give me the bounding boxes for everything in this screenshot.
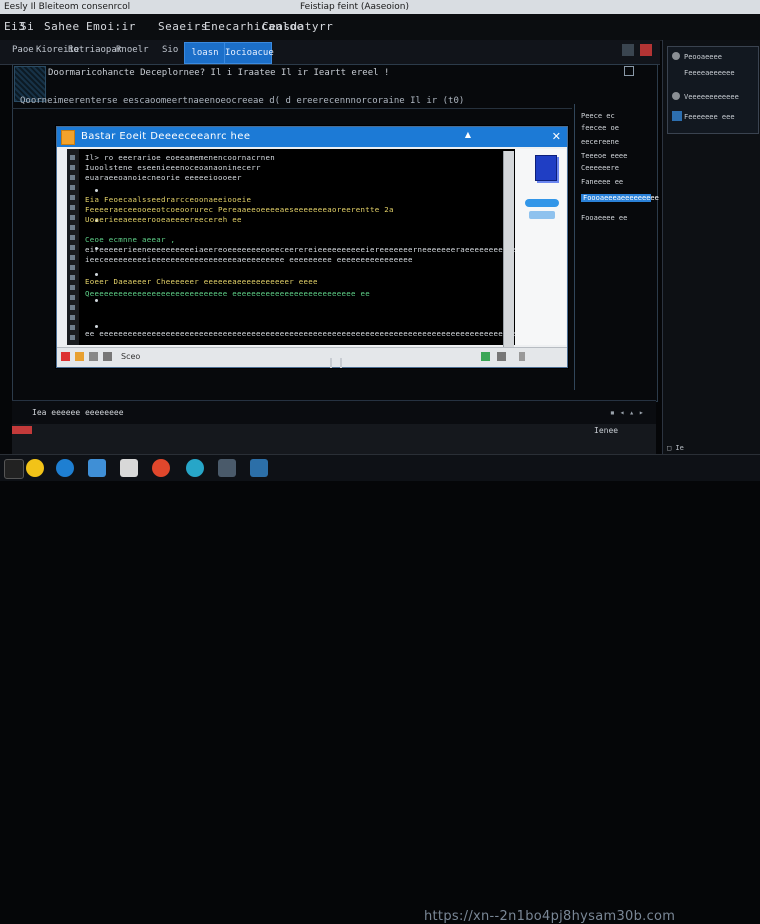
side-item[interactable]: Veeeeeeeeeeee [684,93,739,101]
mail-icon[interactable] [88,459,106,477]
expand-icon[interactable] [624,66,634,76]
warning-icon[interactable] [75,352,84,361]
refresh-icon[interactable] [497,352,506,361]
tab-item[interactable]: Paoe [12,45,34,55]
user-icon [672,92,680,100]
terminal-line: Il> ro eeerarioe eoeeamemenencoornacrnen [85,153,275,162]
info-line: Ceeeeeere [581,164,619,172]
app-icon[interactable] [250,459,268,477]
terminal-line: ieeceeeeeeeeeieeeeeeeeeeeeeeeeeeaeeeeeee… [85,255,413,264]
status-bar: Iea eeeeee eeeeeeee ▪ ◂ ▴ ▸ [12,400,656,425]
menu-item[interactable]: Si [20,20,34,33]
search-icon[interactable] [4,459,24,479]
window-titlebar: Eesly Il Bleiteom consenrcol Feistiap fe… [0,0,760,14]
toolbar-tabs: Paoe Kioreiie Rotriaopar Rnoelr Sio loas… [0,40,660,65]
menu-item[interactable]: Seaeirs [158,20,208,33]
pause-icon[interactable] [103,352,112,361]
info-line: feecee oe [581,124,619,132]
stop-icon[interactable] [61,352,70,361]
info-line: Fooaeeee ee [581,214,628,222]
edge-icon[interactable] [26,459,44,477]
terminal-line: ee eeeeeeeeeeeeeeeeeeeeeeeeeeeeeeeeeeeee… [85,329,527,338]
line-gutter [67,149,79,345]
secondary-action-button[interactable] [529,211,555,219]
store-icon[interactable] [152,459,170,477]
calendar-icon[interactable] [218,459,236,477]
side-panel-card: Peooaeeee Feeeeaeeeeee Veeeeeeeeeeee Fee… [667,46,759,134]
terminal-line: Eoeer Daeaeeer Cheeeeeer eeeeeeaeeeeeeee… [85,277,318,286]
status-right: Ienee [594,426,619,435]
terminal-line: Ceoe ecmnne aeear , [85,235,176,244]
info-line: eecereene [581,138,619,146]
menu-item[interactable]: Ceasdatyrr [262,20,333,33]
info-line: Peece ec [581,112,615,120]
info-panel: Peece ec feecee oe eecereene Teeeoe eeee… [574,104,659,390]
terminal-line: euaraeeoanoiecneorie eeeeeioooeer [85,173,242,182]
tab-active-a[interactable]: loasn [184,42,226,64]
scrollbar[interactable] [503,151,514,347]
chrome-icon[interactable] [120,459,138,477]
book-icon [535,155,557,181]
terminal-line: Qeeeeeeeeeeeeeeeeeeeeeeeeeeeee eeeeeeeee… [85,289,370,298]
terminal-line: eireeeeerieeneeeeeeeeeeiaeereoeeeeeeeeoe… [85,245,527,254]
divider [12,108,572,109]
tab-active-b[interactable]: Iocioacue [224,42,274,64]
watermark-url: https://xn--2n1bo4pj8hysam30b.com [424,909,676,924]
side-panel: Peooaeeee Feeeeaeeeeee Veeeeeeeeeeee Fee… [662,40,760,460]
menu-item[interactable]: Emoi:ir [86,20,136,33]
folder-icon [672,111,682,121]
dialog-window: Bastar Eoeit Deeeeceeanrc hee ▲ ✕ Il> ro… [56,126,568,368]
settings-icon[interactable] [89,352,98,361]
info-highlight[interactable]: Foooaeeeaeeeeeeeee [581,194,659,202]
close-icon[interactable] [640,44,652,56]
window-button-icon[interactable] [622,44,634,56]
window-title-right: Feistiap feint (Aaseoion) [300,2,409,12]
app-orange-icon [61,130,75,145]
side-item[interactable]: Feeeeaeeeeee [684,69,735,77]
check-icon[interactable] [481,352,490,361]
taskbar: https://xn--2n1bo4pj8hysam30b.com [0,454,760,924]
ide-header-line: Qoorneimeerenterse eescaoomeertnaeenoeoc… [20,96,465,106]
side-footer-icon[interactable]: □ Ie [667,444,684,452]
dialog-title: Bastar Eoeit Deeeeceeanrc hee [81,131,251,142]
footer-label: Sceo [121,352,141,361]
dialog-footer: Sceo [57,347,567,367]
file-manager-icon[interactable] [186,459,204,477]
terminal-line: Uoaerieeaeeeerooeaeeeereecereh ee [85,215,242,224]
ide-header-line: Doormaricohancte Deceplornee? Il i Iraat… [48,68,390,78]
text-cursor-icon [330,358,342,368]
minimize-icon[interactable]: ▲ [465,130,471,139]
side-item[interactable]: Peooaeeee [684,53,722,61]
info-line: Teeeoe eeee [581,152,628,160]
status-text: Iea eeeeee eeeeeeee [32,408,124,417]
scroll-handle-icon[interactable] [519,352,525,361]
dialog-titlebar: Bastar Eoeit Deeeeceeanrc hee ▲ ✕ [57,127,567,147]
tab-item[interactable]: Sio [162,45,178,55]
alert-icon[interactable] [12,426,32,434]
photos-icon[interactable] [56,459,74,477]
tab-item[interactable]: Rotriaopar [68,45,122,55]
terminal-pane[interactable]: Il> ro eeerarioe eoeeamemenencoornacrnen… [67,149,526,345]
menu-bar: Ei3 Si Sahee Emoi:ir Seaeirs Enecarhican… [0,14,760,41]
dialog-side-panel [515,149,566,345]
close-icon[interactable]: ✕ [552,130,561,143]
status-icons[interactable]: ▪ ◂ ▴ ▸ [610,408,644,417]
terminal-line: Feeeeraeceeooeeotcoeoorurec Pereaaeeoeee… [85,205,394,214]
terminal-line: Iuoolstene eseenieeenoceoanaoninecerr [85,163,261,172]
window-title-left: Eesly Il Bleiteom consenrcol [4,2,131,12]
side-item[interactable]: Feeeeeee eee [684,113,735,121]
menu-item[interactable]: Sahee [44,20,80,33]
user-icon [672,52,680,60]
primary-action-button[interactable] [525,199,559,207]
info-line: Faneeee ee [581,178,624,186]
terminal-line: Eia Feoecaalsseedrarcceoonaeeiooeie [85,195,252,204]
tab-item[interactable]: Rnoelr [116,45,149,55]
